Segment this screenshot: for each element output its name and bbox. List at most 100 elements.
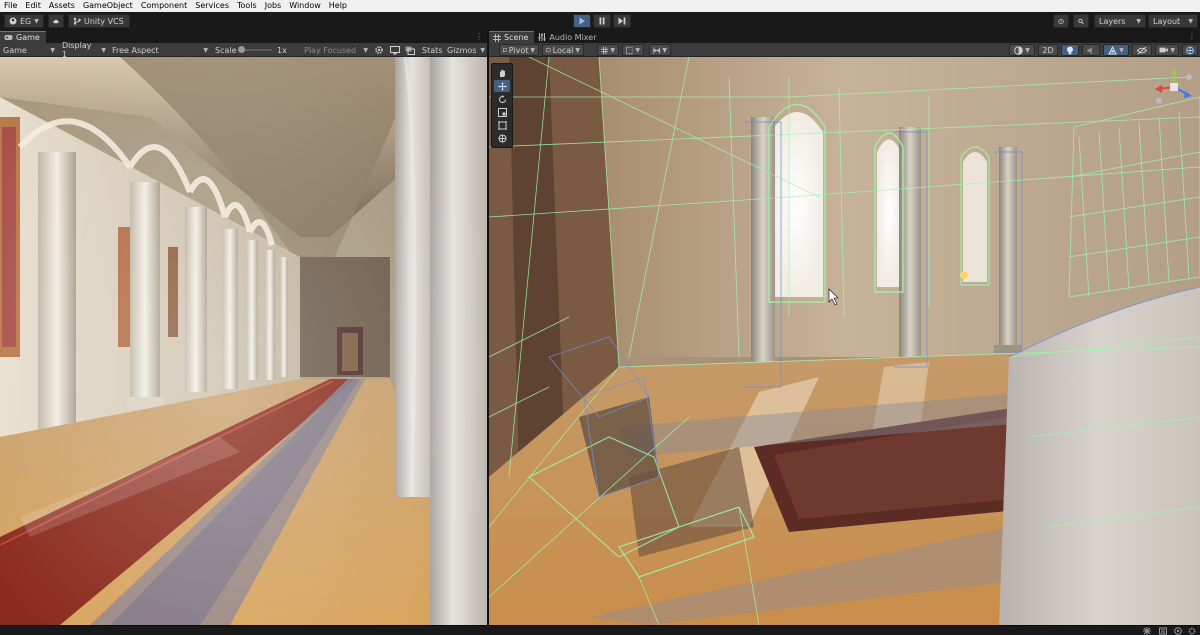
rotate-icon xyxy=(498,94,506,103)
game-panel: Game ⋮ Game ▼ Display 1 ▼ Free Aspect ▼ … xyxy=(0,31,487,625)
chevron-down-icon: ▼ xyxy=(635,46,640,54)
gizmo-center-cube[interactable] xyxy=(1170,83,1178,91)
game-view-mode-dropdown[interactable]: Game ▼ xyxy=(3,44,55,56)
snap-icon xyxy=(626,46,634,54)
audio-toggle[interactable] xyxy=(1082,44,1100,56)
move-tool[interactable] xyxy=(494,80,510,92)
progress-spinner-icon[interactable] xyxy=(1143,627,1151,635)
layout-dropdown[interactable]: Layout ▼ xyxy=(1148,14,1198,28)
pause-button[interactable] xyxy=(593,14,611,28)
increment-snap-dropdown[interactable]: ▼ xyxy=(622,44,644,56)
scale-tool[interactable] xyxy=(494,106,510,118)
y-axis-cone-icon[interactable] xyxy=(1171,67,1177,74)
scene-viewbar: Pivot ▼ Local ▼ ▼ ▼ ▼ ▼ 2D ▼ ▼ xyxy=(489,43,1200,57)
account-dropdown[interactable]: EG ▼ xyxy=(4,14,44,28)
chevron-down-icon: ▼ xyxy=(610,46,615,54)
tab-audio-mixer[interactable]: Audio Mixer xyxy=(534,31,602,43)
settings-icon[interactable] xyxy=(1188,627,1196,635)
gizmos-toggle[interactable] xyxy=(1182,44,1198,56)
scale-icon xyxy=(497,107,507,117)
game-viewport[interactable] xyxy=(0,57,487,625)
menu-file[interactable]: File xyxy=(4,0,17,12)
tab-scene-label: Scene xyxy=(504,33,529,42)
hand-tool[interactable] xyxy=(494,67,510,79)
account-label: EG xyxy=(20,16,32,26)
vcs-dropdown[interactable]: Unity VCS xyxy=(68,14,130,28)
menu-services[interactable]: Services xyxy=(195,0,229,12)
camera-settings-dropdown[interactable]: ▼ xyxy=(1155,44,1179,56)
play-focused-dropdown[interactable]: Play Focused ▼ xyxy=(304,44,368,56)
aspect-label: Free Aspect xyxy=(112,45,159,55)
gear-icon xyxy=(375,46,383,54)
transform-tool[interactable] xyxy=(494,132,510,144)
mute-audio-button[interactable] xyxy=(374,44,384,56)
mode-2d-toggle[interactable]: 2D xyxy=(1038,44,1058,56)
display-dropdown[interactable]: Display 1 ▼ xyxy=(62,41,106,59)
grid-snap-dropdown[interactable]: ▼ xyxy=(597,44,619,56)
effects-dropdown[interactable]: ▼ xyxy=(1103,44,1129,56)
step-button[interactable] xyxy=(613,14,631,28)
view-orientation-gizmo[interactable] xyxy=(1152,65,1196,109)
rect-transform-icon xyxy=(497,120,507,130)
chevron-down-icon: ▼ xyxy=(1188,17,1193,25)
cloud-button[interactable] xyxy=(48,14,64,28)
debug-icon[interactable] xyxy=(1174,627,1182,635)
panel-menu-icon[interactable]: ⋮ xyxy=(1188,32,1196,41)
z-axis-cone-icon[interactable] xyxy=(1184,91,1192,98)
pivot-dropdown[interactable]: Pivot ▼ xyxy=(499,44,539,56)
chevron-down-icon: ▼ xyxy=(363,46,368,54)
chevron-down-icon: ▼ xyxy=(1119,46,1124,54)
menu-gameobject[interactable]: GameObject xyxy=(83,0,133,12)
scene-tabbar: Scene Audio Mixer ⋮ xyxy=(489,31,1200,43)
pause-icon xyxy=(599,17,605,25)
shading-mode-dropdown[interactable]: ▼ xyxy=(1009,44,1035,56)
menu-bar: File Edit Assets GameObject Component Se… xyxy=(0,0,1200,12)
lighting-toggle[interactable] xyxy=(1061,44,1079,56)
tab-scene[interactable]: Scene xyxy=(489,31,535,43)
play-focused-label: Play Focused xyxy=(304,45,357,55)
network-icon[interactable] xyxy=(1159,627,1167,635)
frame-debugger-button[interactable] xyxy=(390,44,400,56)
menu-edit[interactable]: Edit xyxy=(25,0,41,12)
aligned-dropdown[interactable]: ▼ xyxy=(649,44,671,56)
menu-component[interactable]: Component xyxy=(141,0,187,12)
search-button[interactable] xyxy=(1073,14,1089,28)
gizmos-dropdown[interactable]: Gizmos ▼ xyxy=(447,44,485,56)
rect-tool[interactable] xyxy=(494,119,510,131)
scale-slider[interactable] xyxy=(238,46,272,53)
rotate-tool[interactable] xyxy=(494,93,510,105)
stats-button[interactable]: Stats xyxy=(422,44,442,56)
account-icon xyxy=(9,17,17,25)
menu-tools[interactable]: Tools xyxy=(237,0,257,12)
history-icon xyxy=(1058,18,1064,24)
resolution-button[interactable] xyxy=(405,44,415,56)
scene-viewport[interactable] xyxy=(489,57,1200,625)
cloud-icon xyxy=(53,19,59,23)
chevron-down-icon: ▼ xyxy=(1170,46,1175,54)
chevron-down-icon: ▼ xyxy=(530,46,535,54)
move-arrows-icon xyxy=(497,81,507,91)
layers-label: Layers xyxy=(1099,16,1126,26)
menu-jobs[interactable]: Jobs xyxy=(265,0,282,12)
aspect-dropdown[interactable]: Free Aspect ▼ xyxy=(112,44,208,56)
play-button[interactable] xyxy=(573,14,591,28)
scene-visibility-toggle[interactable] xyxy=(1132,44,1152,56)
menu-assets[interactable]: Assets xyxy=(49,0,75,12)
chevron-down-icon: ▼ xyxy=(101,46,106,54)
tab-game[interactable]: Game xyxy=(0,31,46,43)
panel-menu-icon[interactable]: ⋮ xyxy=(475,32,483,41)
light-probe-icon[interactable] xyxy=(960,271,968,279)
history-button[interactable] xyxy=(1053,14,1069,28)
x-axis-cone-icon[interactable] xyxy=(1155,85,1162,93)
pivot-icon xyxy=(503,48,507,52)
menu-window[interactable]: Window xyxy=(289,0,321,12)
scene-render-image xyxy=(489,57,1200,625)
scale-slider-handle[interactable] xyxy=(238,46,245,53)
layers-dropdown[interactable]: Layers ▼ xyxy=(1094,14,1146,28)
status-bar xyxy=(0,625,1200,635)
lightbulb-icon xyxy=(1067,46,1073,54)
chevron-down-icon: ▼ xyxy=(50,46,55,54)
scene-panel: Scene Audio Mixer ⋮ Pivot ▼ Local ▼ ▼ ▼ xyxy=(489,31,1200,625)
menu-help[interactable]: Help xyxy=(329,0,347,12)
space-dropdown[interactable]: Local ▼ xyxy=(542,44,584,56)
